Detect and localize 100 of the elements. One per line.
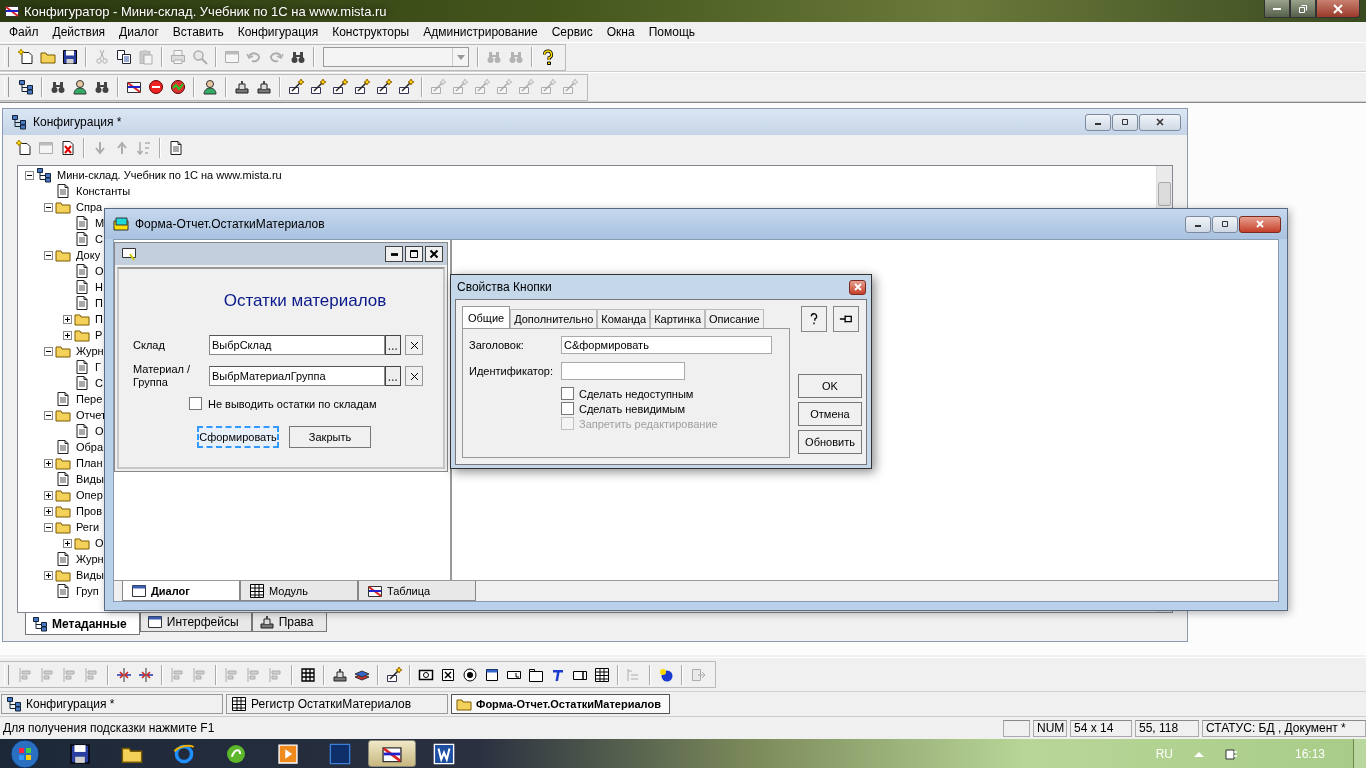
expand-toggle[interactable] [62,330,72,340]
folder-icon[interactable] [40,49,56,65]
collapse-toggle[interactable] [43,202,53,212]
checkbox[interactable] [561,387,574,400]
menu-item[interactable]: Вставить [165,25,231,39]
menu-item[interactable]: Конструкторы [325,25,417,39]
minimize-button[interactable] [385,246,403,262]
tab[interactable]: Общие [462,306,511,328]
dialog-button[interactable]: OK [798,374,862,398]
prohibition-icon[interactable] [148,79,164,95]
select-button[interactable] [385,335,401,355]
menu-item[interactable]: Помощь [641,25,703,39]
menu-item[interactable]: Окна [599,25,642,39]
copy-icon[interactable] [116,49,132,65]
tab[interactable]: Команда [597,309,651,328]
input-field[interactable]: ВыбрСклад [209,335,385,355]
minimize-button[interactable] [1264,0,1290,18]
dialog-button[interactable]: Отмена [798,402,862,426]
collapse-toggle[interactable] [43,410,53,420]
clear-button[interactable] [405,335,423,355]
start-orb-icon[interactable] [10,738,40,768]
collapse-toggle[interactable] [43,522,53,532]
tree-item[interactable]: Р [94,329,104,341]
tab[interactable]: Картинка [650,309,705,328]
tree-item[interactable]: Обра [75,441,105,453]
question-mark-icon[interactable] [540,49,556,65]
magic-wand-icon[interactable] [332,79,348,95]
help-button[interactable] [801,306,827,332]
form-button[interactable]: Сформировать [197,426,279,448]
tree-item[interactable]: Пров [75,505,103,517]
dialog-button[interactable]: Обновить [798,430,862,454]
taskbar-button[interactable] [368,740,416,767]
minimize-button[interactable] [1085,113,1111,131]
expand-toggle[interactable] [62,538,72,548]
tool-icon[interactable] [256,79,272,95]
delete-document-icon[interactable] [60,140,76,156]
tree-item[interactable]: О [94,265,105,277]
pin-button[interactable] [833,306,859,332]
tree-item[interactable]: Груп [75,585,100,597]
tab[interactable]: Права [251,613,327,632]
restore-button[interactable] [1112,113,1138,131]
form-button[interactable]: Закрыть [289,426,371,448]
menu-item[interactable]: Файл [2,25,46,39]
magic-wand-icon[interactable] [398,79,414,95]
expand-toggle[interactable] [62,314,72,324]
tool-icon[interactable] [234,79,250,95]
expand-toggle[interactable] [43,458,53,468]
tab[interactable]: Модуль [240,581,358,601]
input-field[interactable]: С&формировать [561,336,772,354]
table-control-icon[interactable] [594,666,610,683]
minimize-button[interactable] [1185,215,1211,233]
restore-button[interactable] [1290,0,1316,18]
tree-item[interactable]: Константы [75,185,132,197]
collapse-toggle[interactable] [43,346,53,356]
tree-item[interactable]: Пере [75,393,104,405]
grid-icon[interactable] [300,666,316,683]
binoculars-icon[interactable] [50,79,66,95]
input-field[interactable] [561,362,685,380]
binoculars-icon[interactable] [290,49,306,65]
menu-item[interactable]: Сервис [544,25,600,39]
tree-item[interactable]: Г [94,361,102,373]
tree-item[interactable]: Журн [75,553,105,565]
document-icon[interactable] [168,140,184,156]
magic-wand-icon[interactable] [288,79,304,95]
tab[interactable]: Дополнительно [510,309,598,328]
magic-wand-icon[interactable] [386,666,402,683]
menu-item[interactable]: Конфигурация [230,25,326,39]
tree-item[interactable]: Спра [75,201,104,213]
window-tab[interactable]: Конфигурация * [1,694,223,714]
tree-item[interactable]: Мини-склад. Учебник по 1С на www.mista.ru [56,169,283,181]
binoculars-icon[interactable] [94,79,110,95]
split-arrows-icon[interactable] [116,666,132,683]
window-tab[interactable]: Форма-Отчет.ОстаткиМатериалов [451,694,670,714]
tab-control-icon[interactable] [528,666,544,683]
input-field[interactable]: ВыбрМатериалГруппа [209,366,385,386]
tree-item[interactable]: С [94,377,104,389]
tree-structure-icon[interactable] [18,79,34,95]
expand-toggle[interactable] [43,506,53,516]
tree-item[interactable]: Отчет [75,409,108,421]
tree-item[interactable]: С [94,233,104,245]
clear-button[interactable] [405,366,423,386]
tree-item[interactable]: О [94,537,105,549]
magic-wand-icon[interactable] [354,79,370,95]
checkbox[interactable] [189,397,202,410]
tab[interactable]: Интерфейсы [139,613,252,632]
tree-item[interactable]: Журн [75,345,105,357]
restore-button[interactable] [1212,215,1238,233]
new-document-icon[interactable] [16,140,32,156]
menu-item[interactable]: Администрирование [416,25,545,39]
tree-item[interactable]: М [94,217,106,229]
tree-item[interactable]: О [94,425,105,437]
magic-wand-icon[interactable] [376,79,392,95]
person-icon[interactable] [72,79,88,95]
tab[interactable]: Описание [705,309,764,328]
magic-wand-icon[interactable] [310,79,326,95]
close-button[interactable] [425,246,443,262]
maximize-button[interactable] [405,246,423,262]
tree-item[interactable]: П [94,297,104,309]
split-arrows-icon[interactable] [138,666,154,683]
tab[interactable]: Метаданные [25,613,140,635]
